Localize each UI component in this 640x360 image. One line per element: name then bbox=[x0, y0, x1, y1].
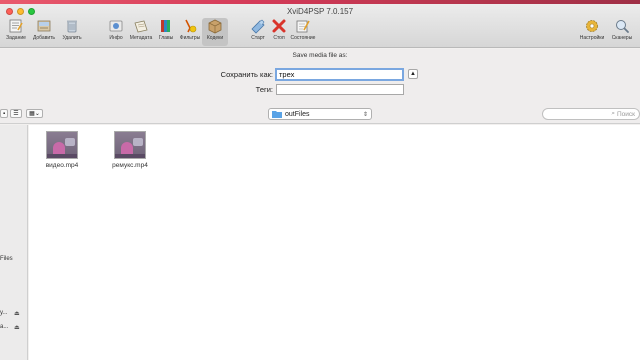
toolbar-label: Стоп bbox=[273, 35, 285, 41]
toolbar-add-button[interactable]: Добавить bbox=[31, 18, 57, 41]
window-titlebar: XviD4PSP 7.0.157 Задание Добавить Удалит… bbox=[0, 4, 640, 48]
toolbar-filters-button[interactable]: Фильтры bbox=[177, 18, 203, 41]
tags-label: Теги: bbox=[255, 85, 273, 94]
toolbar-label: Фильтры bbox=[179, 35, 201, 41]
status-icon bbox=[294, 18, 312, 34]
toolbar-task-button[interactable]: Задание bbox=[3, 18, 29, 41]
browser-toolbar: ▪ ☰ ▦ ⌄ outFiles ⇕ ⌕ Поиск bbox=[0, 104, 640, 124]
toolbar-label: Инфо bbox=[109, 35, 123, 41]
current-folder-label: outFiles bbox=[285, 110, 310, 118]
codecs-icon bbox=[206, 18, 224, 34]
toolbar: Задание Добавить Удалить Инфо Метадата Г… bbox=[0, 18, 640, 48]
tags-field[interactable] bbox=[276, 84, 404, 95]
info-icon bbox=[107, 18, 125, 34]
stop-icon bbox=[270, 18, 288, 34]
toolbar-info-button[interactable]: Инфо bbox=[103, 18, 129, 41]
settings-icon bbox=[583, 18, 601, 34]
dialog-title: Save media file as: bbox=[292, 52, 348, 59]
toolbar-label: Состояние bbox=[290, 35, 316, 41]
toolbar-label: Удалить bbox=[62, 35, 82, 41]
video-thumbnail bbox=[114, 131, 146, 159]
chapters-icon bbox=[157, 18, 175, 34]
view-mode-buttons: ▪ ☰ bbox=[0, 109, 22, 118]
chevron-up-icon: ▲ bbox=[410, 71, 416, 77]
file-item[interactable]: ремукс.mp4 bbox=[104, 131, 156, 169]
sidebar-item-device-1[interactable]: у... bbox=[0, 310, 7, 316]
toolbar-label: Настройки bbox=[579, 35, 605, 41]
video-thumbnail bbox=[46, 131, 78, 159]
toolbar-label: Задание bbox=[6, 35, 26, 41]
icon-view-icon: ▪ bbox=[2, 110, 6, 117]
file-name: видео.mp4 bbox=[45, 162, 79, 169]
task-icon bbox=[7, 18, 25, 34]
toolbar-stop-button[interactable]: Стоп bbox=[266, 18, 292, 41]
filters-icon bbox=[181, 18, 199, 34]
toolbar-label: Главы bbox=[158, 35, 174, 41]
file-browser: видео.mp4 ремукс.mp4 bbox=[29, 125, 640, 360]
save-as-field[interactable] bbox=[275, 68, 404, 81]
sidebar-item-device-2[interactable]: а... bbox=[0, 324, 8, 330]
file-item[interactable]: видео.mp4 bbox=[36, 131, 88, 169]
toolbar-metadata-button[interactable]: Метадата bbox=[128, 18, 154, 41]
file-name: ремукс.mp4 bbox=[112, 162, 148, 169]
toolbar-codecs-button[interactable]: Кодеки bbox=[202, 18, 228, 46]
scanners-icon bbox=[613, 18, 631, 34]
metadata-icon bbox=[132, 18, 150, 34]
toolbar-label: Сканеры bbox=[611, 35, 633, 41]
toolbar-scanners-button[interactable]: Сканеры bbox=[609, 18, 635, 41]
view-list-button[interactable]: ☰ bbox=[10, 109, 22, 118]
toolbar-delete-button[interactable]: Удалить bbox=[59, 18, 85, 41]
search-placeholder: Поиск bbox=[616, 110, 635, 118]
window-title: XviD4PSP 7.0.157 bbox=[286, 7, 354, 16]
eject-icon[interactable]: ⏏ bbox=[14, 324, 20, 331]
search-field[interactable]: ⌕ Поиск bbox=[542, 108, 640, 120]
start-icon bbox=[249, 18, 267, 34]
search-icon: ⌕ bbox=[611, 110, 615, 117]
sidebar: Files у... ⏏ а... ⏏ bbox=[0, 125, 28, 360]
list-view-icon: ☰ bbox=[13, 111, 19, 117]
trash-icon bbox=[63, 18, 81, 34]
toolbar-settings-button[interactable]: Настройки bbox=[579, 18, 605, 41]
save-as-label: Сохранить как: bbox=[220, 70, 273, 79]
toolbar-status-button[interactable]: Состояние bbox=[290, 18, 316, 41]
view-icons-button[interactable]: ▪ bbox=[0, 109, 8, 118]
view-options-dropdown[interactable]: ▦ ⌄ bbox=[26, 109, 43, 118]
toolbar-label: Кодеки bbox=[206, 35, 224, 41]
toolbar-label: Метадата bbox=[129, 35, 153, 41]
toolbar-label: Добавить bbox=[32, 35, 56, 41]
sidebar-item-files[interactable]: Files bbox=[0, 256, 13, 262]
eject-icon[interactable]: ⏏ bbox=[14, 310, 20, 317]
folder-icon bbox=[272, 111, 282, 118]
toolbar-chapters-button[interactable]: Главы bbox=[153, 18, 179, 41]
updown-arrows-icon: ⇕ bbox=[362, 111, 368, 118]
chevron-down-icon: ⌄ bbox=[34, 111, 40, 117]
expand-dialog-button[interactable]: ▲ bbox=[408, 69, 418, 79]
add-icon bbox=[35, 18, 53, 34]
folder-path-popup[interactable]: outFiles ⇕ bbox=[268, 108, 372, 120]
